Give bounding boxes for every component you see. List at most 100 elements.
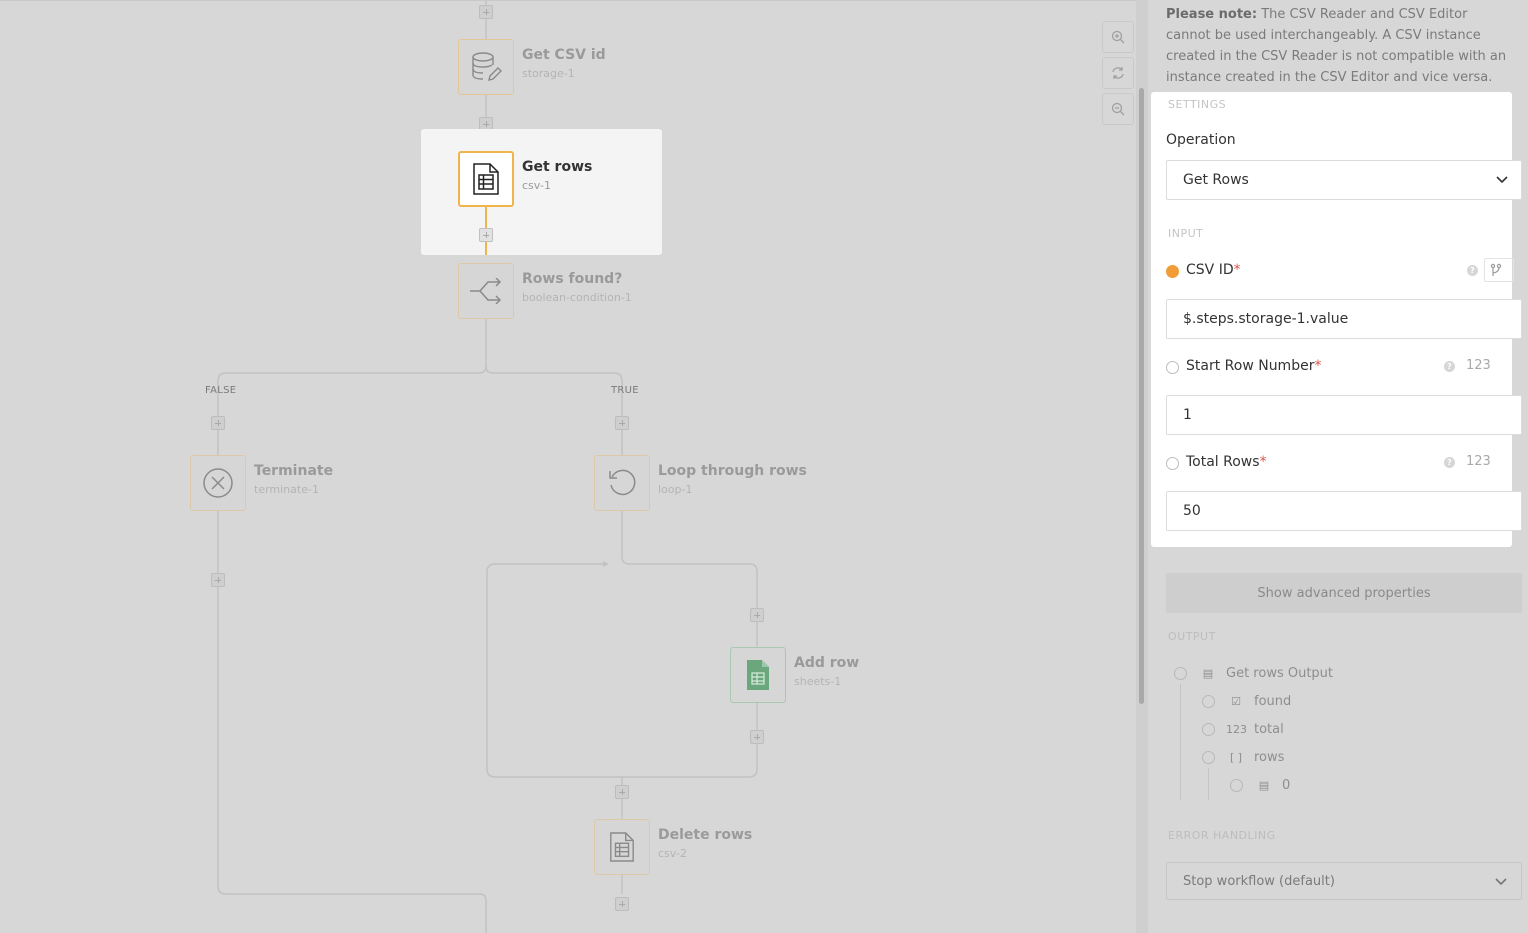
add-step-button[interactable] xyxy=(615,416,629,430)
add-step-button[interactable] xyxy=(211,416,225,430)
node-title: Loop through rows xyxy=(658,463,807,479)
help-icon[interactable]: ? xyxy=(1467,265,1478,276)
total-rows-value: 50 xyxy=(1183,503,1201,519)
output-item-label: total xyxy=(1254,722,1284,737)
output-select-radio[interactable] xyxy=(1202,751,1215,764)
branch-type-icon xyxy=(1490,263,1502,276)
add-step-button[interactable] xyxy=(479,5,493,19)
node-subtitle: loop-1 xyxy=(658,483,693,496)
operation-select[interactable]: Get Rows xyxy=(1166,160,1522,200)
output-tree-item[interactable]: [ ] rows xyxy=(1202,750,1284,765)
csv-id-value: $.steps.storage-1.value xyxy=(1183,311,1349,327)
add-step-button[interactable] xyxy=(750,608,764,622)
checkbox-type-icon: ☑ xyxy=(1231,695,1241,708)
node-subtitle: terminate-1 xyxy=(254,483,319,496)
settings-card: SETTINGS Operation Get Rows INPUT CSV ID… xyxy=(1151,92,1522,547)
workflow-canvas[interactable]: Get CSV id storage-1 Get rows csv-1 Rows… xyxy=(0,0,1136,933)
operation-value: Get Rows xyxy=(1183,172,1249,188)
reset-zoom-button[interactable] xyxy=(1102,57,1134,89)
node-subtitle: csv-1 xyxy=(522,179,551,192)
show-advanced-properties-button[interactable]: Show advanced properties xyxy=(1166,573,1522,613)
branch-label-true: TRUE xyxy=(611,385,639,396)
add-step-button[interactable] xyxy=(615,897,629,911)
node-title: Add row xyxy=(794,655,860,671)
node-subtitle: boolean-condition-1 xyxy=(522,291,632,304)
branch-label-false: FALSE xyxy=(205,385,237,396)
scrollbar-thumb[interactable] xyxy=(1139,88,1144,704)
node-title: Delete rows xyxy=(658,827,753,843)
output-tree-root[interactable]: ▤ Get rows Output xyxy=(1174,666,1333,681)
array-type-icon: [ ] xyxy=(1229,751,1243,764)
node-get-rows[interactable] xyxy=(458,151,514,207)
help-icon[interactable]: ? xyxy=(1444,361,1455,372)
node-rows-found[interactable] xyxy=(458,263,514,319)
start-row-label: Start Row Number* xyxy=(1186,358,1322,374)
start-row-value: 1 xyxy=(1183,407,1192,423)
add-step-button[interactable] xyxy=(211,573,225,587)
settings-section-label: SETTINGS xyxy=(1168,98,1227,111)
output-root-label: Get rows Output xyxy=(1226,666,1334,681)
chevron-down-icon xyxy=(1496,176,1508,184)
csv-id-status-dot xyxy=(1166,265,1179,278)
total-rows-label: Total Rows* xyxy=(1186,454,1267,470)
node-get-csv-id[interactable] xyxy=(458,39,514,95)
table-icon: ▤ xyxy=(1258,779,1270,792)
note-prefix: Please note: xyxy=(1166,7,1258,22)
table-icon: ▤ xyxy=(1202,667,1214,680)
node-terminate[interactable] xyxy=(190,455,246,511)
add-step-button[interactable] xyxy=(479,228,493,242)
operation-label: Operation xyxy=(1166,132,1236,148)
error-handling-value: Stop workflow (default) xyxy=(1183,873,1335,889)
csv-id-type-selector[interactable] xyxy=(1484,258,1514,282)
zoom-in-button[interactable] xyxy=(1102,21,1134,53)
close-circle-icon xyxy=(203,468,233,498)
error-handling-select[interactable]: Stop workflow (default) xyxy=(1166,862,1522,900)
total-rows-input[interactable]: 50 xyxy=(1166,491,1522,531)
output-select-radio[interactable] xyxy=(1230,779,1243,792)
node-title: Get rows xyxy=(522,159,593,175)
node-subtitle: sheets-1 xyxy=(794,675,842,688)
output-select-radio[interactable] xyxy=(1174,667,1187,680)
node-title: Get CSV id xyxy=(522,47,606,63)
add-step-button[interactable] xyxy=(750,730,764,744)
node-add-row[interactable] xyxy=(730,647,786,703)
start-row-input[interactable]: 1 xyxy=(1166,395,1522,435)
step-settings-panel: Please note: The CSV Reader and CSV Edit… xyxy=(1148,0,1528,933)
add-step-button[interactable] xyxy=(615,785,629,799)
error-handling-section-label: ERROR HANDLING xyxy=(1168,829,1276,842)
number-type-selector[interactable]: 123 xyxy=(1466,454,1491,469)
node-subtitle: storage-1 xyxy=(522,67,575,80)
selected-node-card[interactable]: Get rows csv-1 xyxy=(421,129,662,255)
help-icon[interactable]: ? xyxy=(1444,457,1455,468)
tree-line xyxy=(1180,684,1181,800)
csv-id-input[interactable]: $.steps.storage-1.value xyxy=(1166,299,1522,339)
compatibility-note: Please note: The CSV Reader and CSV Edit… xyxy=(1166,4,1516,88)
node-title: Terminate xyxy=(254,463,334,479)
total-rows-radio[interactable] xyxy=(1166,457,1179,470)
output-select-radio[interactable] xyxy=(1202,723,1215,736)
node-subtitle: csv-2 xyxy=(658,847,687,860)
csv-document-icon xyxy=(610,832,634,862)
output-tree-item[interactable]: ☑ found xyxy=(1202,694,1291,709)
output-tree-item[interactable]: ▤ 0 xyxy=(1230,778,1290,793)
zoom-out-icon xyxy=(1111,102,1125,116)
csv-document-icon xyxy=(473,163,499,195)
output-item-label: 0 xyxy=(1282,778,1291,793)
zoom-out-button[interactable] xyxy=(1102,93,1134,125)
output-select-radio[interactable] xyxy=(1202,695,1215,708)
sheets-icon xyxy=(747,660,769,690)
chevron-down-icon xyxy=(1495,878,1507,886)
number-type-selector[interactable]: 123 xyxy=(1466,358,1491,373)
start-row-radio[interactable] xyxy=(1166,361,1179,374)
output-section-label: OUTPUT xyxy=(1168,630,1216,643)
tree-line xyxy=(1208,768,1209,800)
node-delete-rows[interactable] xyxy=(594,819,650,875)
output-item-label: found xyxy=(1254,694,1292,709)
output-tree-item[interactable]: 123 total xyxy=(1202,722,1284,737)
node-title: Rows found? xyxy=(522,271,623,287)
output-item-label: rows xyxy=(1254,750,1285,765)
node-loop[interactable] xyxy=(594,455,650,511)
branch-icon xyxy=(470,278,502,304)
panel-splitter[interactable] xyxy=(1136,0,1148,933)
csv-id-label: CSV ID* xyxy=(1186,262,1241,278)
